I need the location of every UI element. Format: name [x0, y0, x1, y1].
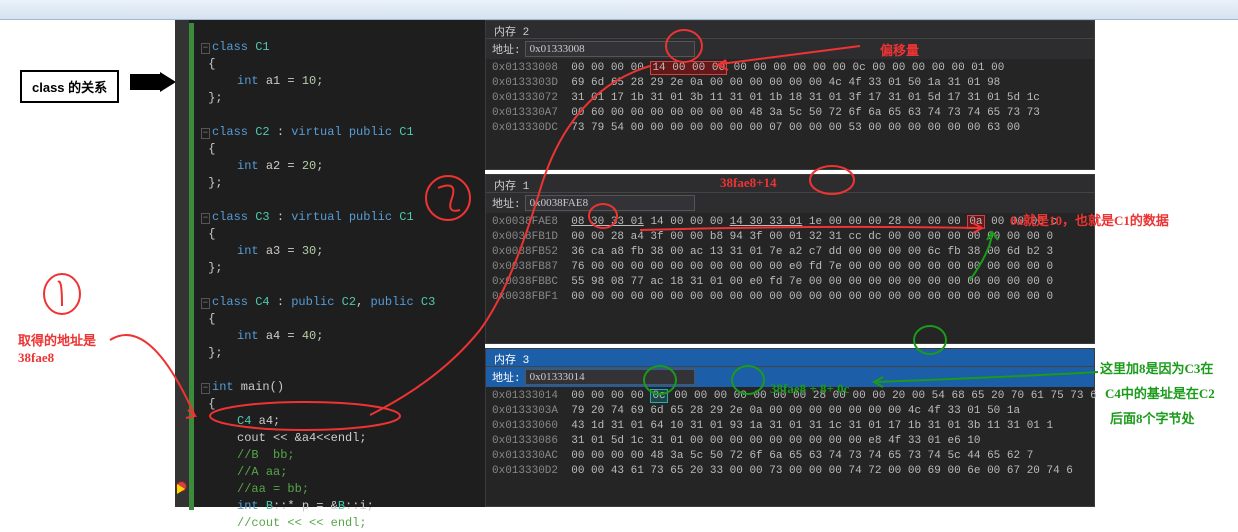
green-expr: 38fae8 + 8+ 0c	[770, 380, 849, 398]
arrow-icon	[130, 74, 160, 94]
memory-panel-3-title: 内存 3	[486, 349, 1094, 367]
memory-panel-1-title: 内存 1	[486, 175, 1094, 193]
app-toolbar	[0, 0, 1238, 20]
memory-1-body[interactable]: 0x0038FAE8 08 30 33 01 14 00 00 00 14 30…	[486, 213, 1094, 307]
class-relation-box: class 的关系	[20, 70, 119, 103]
memory-panel-1: 内存 1 地址: 0x0038FAE8 08 30 33 01 14 00 00…	[485, 174, 1095, 344]
red-expr-2: 0a就是10，也就是C1的数据	[1010, 210, 1169, 229]
memory-1-addr-label: 地址:	[492, 195, 521, 211]
memory-1-address-row: 地址:	[486, 193, 1094, 213]
green-note-3: 后面8个字节处	[1110, 410, 1195, 428]
main-area: class 的关系 取得的地址是 38fae8 −class C1 { int …	[0, 20, 1238, 507]
memory-panel-3: 内存 3 地址: 0x01333014 00 00 00 00 0c 00 00…	[485, 348, 1095, 507]
red-note-1: 取得的地址是	[18, 330, 96, 349]
memory-panel-2: 内存 2 地址: 0x01333008 00 00 00 00 14 00 00…	[485, 20, 1095, 170]
memory-3-body[interactable]: 0x01333014 00 00 00 00 0c 00 00 00 00 00…	[486, 387, 1094, 481]
red-offset-label: 偏移量	[880, 40, 919, 59]
memory-2-address-input[interactable]	[525, 41, 695, 57]
memory-1-address-input[interactable]	[525, 195, 695, 211]
execution-pointer-icon	[177, 484, 185, 494]
code-editor[interactable]: −class C1 { int a1 = 10; }; −class C2 : …	[175, 20, 485, 507]
editor-gutter	[175, 20, 189, 507]
memory-2-addr-label: 地址:	[492, 41, 521, 57]
green-note-1: 这里加8是因为C3在	[1100, 360, 1213, 378]
memory-2-body[interactable]: 0x01333008 00 00 00 00 14 00 00 00 00 00…	[486, 59, 1094, 138]
memory-3-address-input[interactable]	[525, 369, 695, 385]
red-note-2: 38fae8	[18, 350, 54, 366]
memory-panel-2-title: 内存 2	[486, 21, 1094, 39]
class-relation-label: class 的关系	[32, 80, 107, 95]
green-note-2: C4中的基址是在C2	[1105, 385, 1215, 403]
memory-2-address-row: 地址:	[486, 39, 1094, 59]
code-lines: −class C1 { int a1 = 10; }; −class C2 : …	[201, 22, 481, 532]
change-bar	[189, 23, 194, 510]
memory-3-addr-label: 地址:	[492, 369, 521, 385]
red-expr-1: 38fae8+14	[720, 175, 777, 191]
